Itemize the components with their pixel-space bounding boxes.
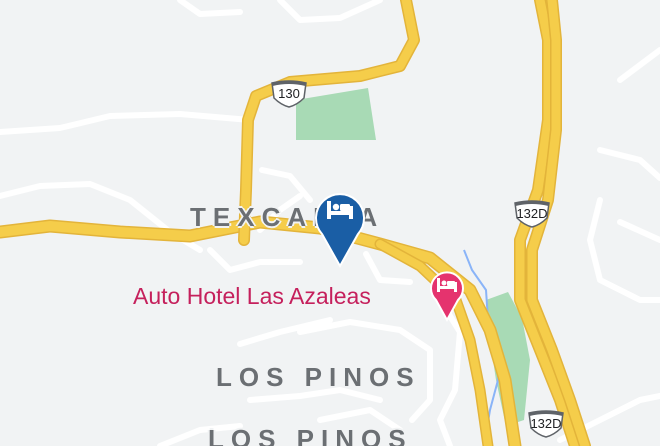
route-shield-132d: 132D bbox=[512, 200, 552, 228]
area-label-los-pinos: LOS PINOS bbox=[208, 424, 413, 446]
route-shield-130: 130 bbox=[269, 80, 309, 108]
hotel-poi-marker[interactable] bbox=[428, 264, 466, 322]
selected-location-pin[interactable] bbox=[312, 184, 368, 268]
area-label-los-pinos: LOS PINOS bbox=[216, 362, 421, 392]
route-shield-132d: 132D bbox=[526, 410, 566, 438]
hotel-poi-label[interactable]: Auto Hotel Las Azaleas bbox=[133, 283, 371, 310]
map-view[interactable]: TEXCALPA LOS PINOS LOS PINOS 130 132D 13… bbox=[0, 0, 660, 446]
